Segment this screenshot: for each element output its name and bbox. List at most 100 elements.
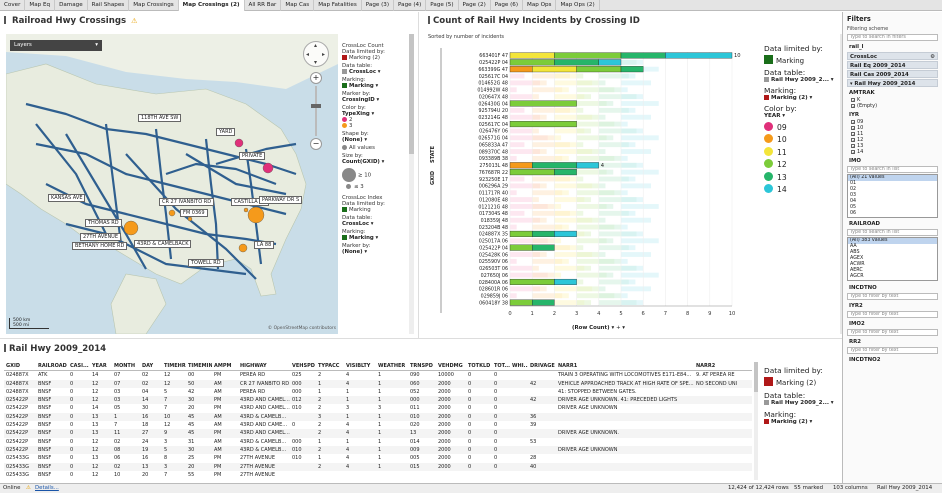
- data-table-wrap[interactable]: GXID RAILROAD CASI... YEAR MONTH DAY TIMEHR TIM…: [4, 362, 752, 480]
- data-table[interactable]: GXID RAILROAD CASI... YEAR MONTH DAY TIMEHR TIM…: [4, 362, 752, 479]
- shape-by-dropdown[interactable]: (None): [342, 137, 402, 143]
- bar-segment-13[interactable]: [532, 299, 555, 306]
- size-by-dropdown[interactable]: Count(GXID): [342, 159, 402, 165]
- table-row[interactable]: 025422P BNSF 0 13 1 16 10 45 AM 43RD & CAMELB... 3…: [4, 412, 752, 422]
- zoom-slider-track[interactable]: [315, 86, 317, 136]
- crossing-marker[interactable]: [243, 207, 249, 213]
- column-header[interactable]: AMPM: [212, 362, 238, 372]
- bar-segment-14[interactable]: [554, 230, 577, 237]
- crossing-marker[interactable]: [262, 162, 274, 174]
- bar-segment-12[interactable]: [509, 230, 533, 237]
- bar-segment-12[interactable]: [509, 278, 555, 285]
- table-scrollbar[interactable]: [754, 362, 758, 480]
- column-header[interactable]: TRNSPD: [408, 362, 436, 372]
- tab-map-ops[interactable]: Map Ops: [523, 0, 557, 11]
- marking-dropdown[interactable]: Marking (2): [764, 419, 840, 425]
- column-header[interactable]: GXID: [4, 362, 36, 372]
- tab-map-ops-2[interactable]: Map Ops (2): [556, 0, 600, 11]
- warning-icon[interactable]: ⚠: [26, 484, 31, 493]
- column-header[interactable]: VEHDMG: [436, 362, 466, 372]
- filter-imo-list[interactable]: (All) 21 values 01 02 03 04 05 06: [847, 174, 938, 218]
- year-legend-item[interactable]: 14: [764, 183, 840, 196]
- crossing-marker[interactable]: [187, 216, 193, 222]
- filter-table-header[interactable]: CrossLoc ⚙: [847, 52, 938, 60]
- column-header[interactable]: VEHSPD: [290, 362, 316, 372]
- table-row[interactable]: 024887X BNSF 0 12 07 02 12 50 AM CR 27 IVANBITO R…: [4, 379, 752, 388]
- table-row[interactable]: 025422P BNSF 0 14 05 30 7 20 PM 43RD AND CAMEL...…: [4, 404, 752, 412]
- bar-segment-13[interactable]: [554, 59, 599, 66]
- column-header[interactable]: DAY: [140, 362, 162, 372]
- table-row[interactable]: 025422P BNSF 0 12 08 19 5 30 AM 43RD & CAMELB... 0…: [4, 445, 752, 455]
- tab-map-cas[interactable]: Map Cas: [281, 0, 315, 11]
- filter-railroad-search[interactable]: Type to search in list: [847, 229, 938, 236]
- year-legend-item[interactable]: 09: [764, 122, 840, 134]
- year-legend-item[interactable]: 12: [764, 159, 840, 171]
- column-header[interactable]: TOT...: [492, 362, 510, 372]
- tab-page-5[interactable]: Page (5): [426, 0, 459, 11]
- bar-segment-13[interactable]: [532, 244, 555, 251]
- bar-segment-11[interactable]: [509, 52, 555, 59]
- bar-segment-10[interactable]: [509, 66, 533, 73]
- column-header[interactable]: HIGHWAY: [238, 362, 290, 372]
- checkbox-checked[interactable]: ✓: [851, 120, 855, 125]
- bar-segment-13[interactable]: [532, 230, 555, 237]
- settings-icon[interactable]: ⚙: [930, 53, 935, 61]
- bar-segment-12[interactable]: [509, 59, 555, 66]
- table-row[interactable]: 025422P BNSF 0 13 11 27 9 45 PM 43RD AND CAMEL...…: [4, 429, 752, 438]
- year-legend-item[interactable]: 10: [764, 134, 840, 146]
- filter-list-item[interactable]: 06: [848, 211, 937, 217]
- marking-dropdown[interactable]: Marking: [342, 235, 402, 241]
- tab-page-2[interactable]: Page (2): [459, 0, 491, 11]
- bar-segment-13[interactable]: [620, 66, 644, 73]
- y-axis-state-label[interactable]: STATE: [430, 146, 436, 163]
- layers-dropdown[interactable]: Layers ▾: [10, 40, 102, 51]
- tab-damage[interactable]: Damage: [55, 0, 88, 11]
- pan-up-icon[interactable]: ▴: [314, 42, 317, 49]
- column-header[interactable]: WEATHER: [376, 362, 408, 372]
- data-table-dropdown[interactable]: CrossLoc: [342, 69, 402, 75]
- crossing-marker[interactable]: [247, 206, 265, 224]
- legend-color-item[interactable]: 3: [342, 123, 402, 129]
- bar-chart-svg[interactable]: 0 1 2 3 4 5 6 7 8 9 10663401F 47025422P 04663399G …: [444, 48, 744, 328]
- table-row[interactable]: 025422P BNSF 0 12 02 24 3 31 AM 43RD & CAMELB... 0…: [4, 438, 752, 446]
- year-legend-item[interactable]: 13: [764, 171, 840, 184]
- add-icon[interactable]: + ▾: [616, 325, 625, 331]
- tab-map-crossings-2[interactable]: Map Crossings (2): [178, 0, 245, 11]
- tab-map-crossings[interactable]: Map Crossings: [129, 0, 179, 11]
- data-table-dropdown[interactable]: Rail Hwy 2009_2...: [764, 77, 840, 83]
- scrollbar-thumb[interactable]: [409, 34, 414, 154]
- table-row[interactable]: 025433G BNSF 0 13 06 16 8 25 PM 27TH AVENUE 010 1 4 1…: [4, 454, 752, 462]
- zoom-in-button[interactable]: +: [310, 72, 322, 84]
- tab-page-6[interactable]: Page (6): [491, 0, 524, 11]
- bar-segment-11[interactable]: [532, 66, 577, 73]
- tab-page-3[interactable]: Page (3): [362, 0, 395, 11]
- y-axis-gxid-label[interactable]: GXID: [430, 171, 436, 185]
- pan-right-icon[interactable]: ▸: [322, 51, 325, 58]
- filter-search-input[interactable]: Type to search in filters: [847, 34, 938, 41]
- checkbox-checked[interactable]: ✓: [851, 132, 855, 137]
- table-row[interactable]: 025422P BNSF 0 12 03 14 7 30 PM 43RD AND CAMEL...…: [4, 396, 752, 405]
- pan-left-icon[interactable]: ◂: [306, 51, 309, 58]
- column-header[interactable]: RAILROAD: [36, 362, 68, 372]
- bar-segment-14[interactable]: [576, 162, 599, 169]
- legend-scrollbar[interactable]: [409, 34, 414, 334]
- table-row[interactable]: 025433G BNSF 0 12 10 20 7 55 PM 27TH AVENUE: [4, 471, 752, 479]
- filter-imo2-input[interactable]: Type to filter by text: [847, 329, 938, 336]
- column-header[interactable]: CASI...: [68, 362, 90, 372]
- y-axis-selectors[interactable]: STATE GXID: [430, 146, 438, 226]
- tab-map-eq[interactable]: Map Eq: [25, 0, 56, 11]
- filter-checkbox-row[interactable]: ✓ (Empty): [851, 103, 942, 109]
- map-view[interactable]: Layers ▾ ▴ ▾ ◂ ▸ + − 500 km 500 mi © Ope…: [6, 34, 338, 334]
- bar-segment-14[interactable]: [665, 52, 733, 59]
- tab-page-4[interactable]: Page (4): [394, 0, 427, 11]
- checkbox-checked[interactable]: ✓: [851, 98, 855, 103]
- bar-segment-12[interactable]: [509, 121, 577, 128]
- filter-iyr2-input[interactable]: Type to filter by text: [847, 311, 938, 318]
- map-pan-control[interactable]: ▴ ▾ ◂ ▸: [303, 41, 329, 67]
- year-legend-item[interactable]: 11: [764, 146, 840, 159]
- column-header[interactable]: WHI...: [510, 362, 528, 372]
- table-row[interactable]: 024887X ATK 0 14 07 02 12 00 PM PEREA RD 025 2 4 1 090…: [4, 371, 752, 380]
- x-axis-selector[interactable]: (Row Count) ▾ + ▾: [572, 325, 625, 331]
- filter-checkbox-row[interactable]: ✓ 14: [851, 149, 942, 155]
- column-header[interactable]: VISIBLTY: [344, 362, 376, 372]
